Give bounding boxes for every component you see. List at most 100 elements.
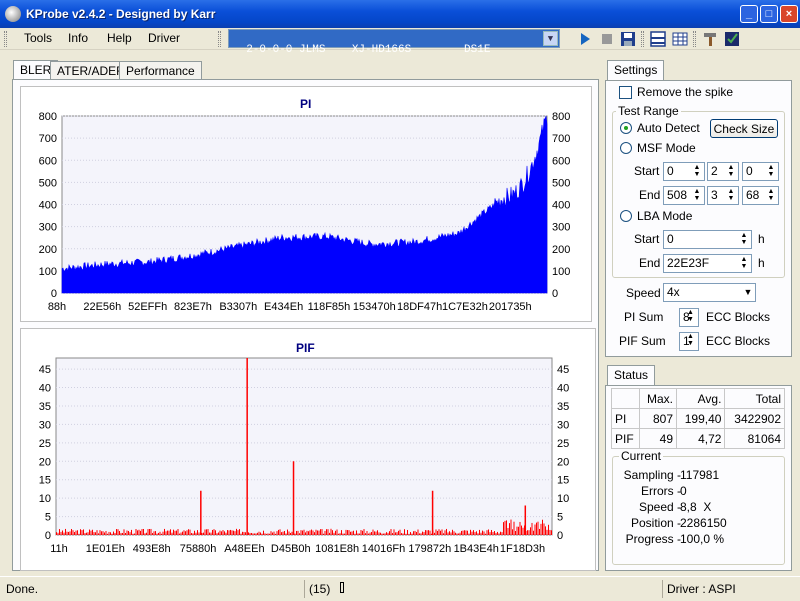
pif-bar: [530, 527, 531, 535]
pif-bar: [486, 530, 488, 535]
pi-xtick-label: B3307h: [219, 301, 257, 313]
pif-bar: [204, 529, 206, 535]
pif-bar: [510, 519, 512, 535]
pi-ytick-label: 400: [39, 200, 57, 212]
msf-end-frame[interactable]: 68 ▲ ▼: [742, 186, 779, 205]
msf-start-sec[interactable]: 2 ▲ ▼: [707, 162, 739, 181]
pif-bar: [57, 532, 59, 535]
pif-bar: [351, 531, 353, 535]
drive-select[interactable]: 2-0-0-0 JLMS XJ-HD166S DS1E ▼: [228, 29, 560, 56]
chevron-down-icon[interactable]: ▼: [543, 31, 558, 46]
maximize-button[interactable]: □: [760, 5, 778, 23]
close-button[interactable]: ×: [780, 5, 798, 23]
pif-bar: [504, 520, 506, 535]
lba-end-input[interactable]: 22E23F ▲ ▼: [663, 254, 752, 273]
grid-icon[interactable]: [671, 30, 689, 48]
pif-ytick-label-right: 20: [557, 456, 569, 468]
pif-ecc-blocks-label: ECC Blocks: [706, 334, 771, 348]
pif-bar: [435, 529, 437, 535]
pif-sum-label: PIF Sum: [619, 334, 666, 348]
pif-bar: [396, 532, 398, 535]
pif-bar: [197, 530, 198, 535]
pi-ytick-label: 800: [39, 111, 57, 123]
pif-bar: [492, 532, 494, 535]
save-icon[interactable]: [619, 30, 637, 48]
lba-start-input[interactable]: 0 ▲ ▼: [663, 230, 752, 249]
lba-mode-radio[interactable]: [620, 210, 632, 222]
pif-bar: [77, 530, 78, 535]
menu-driver[interactable]: Driver: [148, 31, 180, 45]
pif-spike-bar: [200, 490, 202, 535]
pif-bar: [417, 529, 419, 535]
pif-bar: [540, 523, 542, 535]
spinner-icon[interactable]: ▲ ▼: [691, 188, 703, 203]
msf-mode-radio[interactable]: [620, 142, 632, 154]
pif-bar: [507, 527, 509, 535]
pif-bar: [506, 520, 507, 535]
chevron-down-icon[interactable]: ▼: [742, 285, 754, 300]
pif-bar: [321, 529, 323, 535]
pif-bar: [498, 533, 500, 535]
tab-settings[interactable]: Settings: [607, 60, 665, 81]
auto-detect-radio[interactable]: [620, 122, 632, 134]
menu-help[interactable]: Help: [107, 31, 132, 45]
pif-ytick-label-right: 10: [557, 493, 569, 505]
spinner-icon[interactable]: ▲ ▼: [738, 256, 750, 271]
tools-icon[interactable]: [701, 30, 719, 48]
pif-bar: [195, 532, 197, 535]
pif-bar: [141, 529, 143, 535]
spinner-icon[interactable]: ▲ ▼: [765, 188, 777, 203]
pif-bar: [137, 530, 138, 535]
check-size-button[interactable]: Check Size: [710, 119, 778, 138]
msf-start-frame[interactable]: 0 ▲ ▼: [742, 162, 779, 181]
play-icon[interactable]: [576, 30, 594, 48]
pif-bar: [386, 532, 387, 535]
menu-info[interactable]: Info: [68, 31, 88, 45]
pif-bar: [191, 533, 192, 535]
pif-bar: [180, 532, 182, 535]
pif-bar: [468, 533, 470, 535]
pif-bar: [377, 530, 378, 535]
stop-icon[interactable]: [598, 30, 616, 48]
toolbar-grip: [693, 31, 696, 47]
spinner-icon[interactable]: ▲ ▼: [725, 188, 737, 203]
layout-icon[interactable]: [649, 30, 667, 48]
spinner-icon[interactable]: ▲ ▼: [691, 164, 703, 179]
menu-tools[interactable]: Tools: [24, 31, 52, 45]
spinner-icon[interactable]: ▲ ▼: [725, 164, 737, 179]
pif-bar: [284, 530, 285, 535]
tab-status[interactable]: Status: [607, 365, 656, 386]
pif-bar: [500, 531, 501, 535]
pif-bar: [357, 533, 359, 535]
pif-bar: [198, 532, 200, 535]
msf-end-sec[interactable]: 3 ▲ ▼: [707, 186, 739, 205]
pif-bar: [113, 531, 114, 535]
pif-bar: [450, 532, 452, 535]
status-bar: Done. (15) Driver : ASPI: [0, 576, 800, 601]
spinner-icon[interactable]: ▲ ▼: [687, 309, 694, 323]
list-item: Sampling - 117981: [612, 468, 782, 484]
pif-bar: [186, 530, 188, 535]
spinner-icon[interactable]: ▲ ▼: [765, 164, 777, 179]
pif-bar: [545, 526, 546, 535]
remove-spike-checkbox[interactable]: [619, 86, 632, 99]
spinner-icon[interactable]: ▲ ▼: [738, 232, 750, 247]
spinner-icon[interactable]: ▲ ▼: [687, 333, 694, 347]
disc-check-icon[interactable]: [723, 30, 741, 48]
pif-bar: [341, 530, 342, 535]
pif-bar: [266, 533, 267, 535]
pi-xtick-label: 22E56h: [83, 301, 121, 313]
msf-start-min[interactable]: 0 ▲ ▼: [663, 162, 705, 181]
minimize-button[interactable]: _: [740, 5, 758, 23]
speed-select[interactable]: 4x ▼: [663, 283, 756, 302]
msf-end-min[interactable]: 508 ▲ ▼: [663, 186, 705, 205]
pif-bar: [551, 530, 552, 535]
tab-performance[interactable]: Performance: [119, 61, 202, 80]
table-row: PIF 49 4,72 81064: [610, 428, 785, 449]
pif-bar: [389, 531, 390, 535]
pif-bar: [143, 528, 144, 535]
pif-bar: [216, 533, 218, 535]
pif-bar: [452, 529, 453, 535]
pif-bar: [111, 533, 113, 535]
pif-bar: [375, 531, 377, 535]
